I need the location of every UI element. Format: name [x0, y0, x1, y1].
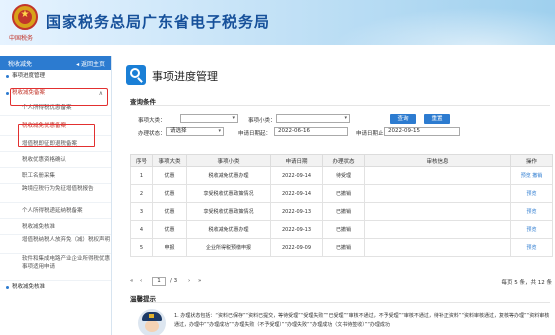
page-info: 每页 5 条，共 12 条 [501, 280, 553, 286]
highlight-box [10, 88, 108, 106]
apply-start-label: 申请日期起： [238, 131, 272, 137]
cell-status: 待受理 [322, 166, 365, 185]
cell-actions[interactable]: 预览 撤销 [510, 166, 553, 185]
col-header: 审核信息 [364, 154, 511, 167]
cell-subcategory: 企业所得税预缴申报 [186, 238, 271, 257]
col-header: 申请日期 [270, 154, 323, 167]
sidebar-item-iit-deferral[interactable]: 个人所得税递延纳税备案 [0, 203, 111, 219]
cell-audit [364, 220, 511, 239]
cell-status: 已撤销 [322, 202, 365, 221]
site-title: 国家税务总局广东省电子税务局 [46, 13, 271, 31]
sidebar-item-vat-waiver[interactable]: 增值税纳税人放弃免（减）税权声明 [0, 235, 111, 254]
sidebar-item-progress[interactable]: 事项进度管理 [0, 70, 111, 83]
cell-subcategory: 税收减免优惠办理 [186, 166, 271, 185]
cell-category: 申报 [152, 238, 187, 257]
sidebar-item-software-ic[interactable]: 软件和集成电路产业企业所得税优惠事项适用申请 [0, 254, 111, 281]
back-home-link[interactable]: ◂ 返回主页 [76, 59, 105, 68]
cell-no: 2 [130, 184, 153, 203]
query-button[interactable]: 查询 [390, 114, 416, 124]
highlight-box [18, 124, 95, 147]
cell-status: 已撤销 [322, 220, 365, 239]
reset-button[interactable]: 重置 [424, 114, 450, 124]
search-icon [126, 65, 146, 85]
cell-subcategory: 享受税收优惠政策情况 [186, 184, 271, 203]
officer-avatar [138, 309, 166, 335]
col-header: 操作 [510, 154, 553, 167]
cell-category: 优惠 [152, 184, 187, 203]
seal-text: 中国税务 [9, 35, 34, 42]
site-header: ★ 中国税务 国家税务总局广东省电子税务局 [0, 0, 555, 45]
col-header: 办理状态 [322, 154, 365, 167]
tax-emblem-icon: ★ [12, 4, 38, 30]
main-content: 事项进度管理 查询条件 事项大类： ▾ 事项小类： ▾ 查询 重置 办理状态： … [118, 56, 555, 335]
prev-page-icon[interactable]: ‹ [140, 278, 142, 284]
cell-actions[interactable]: 预览 [510, 184, 553, 203]
cell-audit [364, 166, 511, 185]
cell-category: 优惠 [152, 202, 187, 221]
cell-no: 3 [130, 202, 153, 221]
item-category-select[interactable]: ▾ [180, 114, 238, 123]
table-row: 4 优惠 税收减免优惠办理 2022-09-13 已撤销 预览 [130, 220, 553, 239]
sidebar-item-exemption-approval-group[interactable]: 税收减免核准 [0, 281, 111, 294]
chevron-down-icon: ▾ [218, 128, 221, 134]
cell-audit [364, 202, 511, 221]
apply-start-input[interactable]: 2022-06-16 [274, 127, 348, 136]
chevron-down-icon: ▾ [344, 115, 347, 121]
table-header-row: 序号 事项大类 事项小类 申请日期 办理状态 审核信息 操作 [130, 154, 553, 167]
divider [130, 302, 550, 303]
apply-end-input[interactable]: 2022-09-15 [384, 127, 460, 136]
page-number-input[interactable]: 1 [152, 277, 166, 286]
divider [130, 105, 550, 106]
cell-no: 5 [130, 238, 153, 257]
next-page-icon[interactable]: › [188, 278, 190, 284]
sidebar-header: 税收减免 ◂ 返回主页 [0, 56, 111, 70]
col-header: 序号 [130, 154, 153, 167]
status-label: 办理状态： [138, 131, 166, 137]
cell-actions[interactable]: 预览 [510, 238, 553, 257]
cell-audit [364, 184, 511, 203]
cell-category: 优惠 [152, 166, 187, 185]
cell-actions[interactable]: 预览 [510, 202, 553, 221]
cell-category: 优惠 [152, 220, 187, 239]
chevron-down-icon: ▾ [232, 115, 235, 121]
col-header: 事项大类 [152, 154, 187, 167]
progress-table: 序号 事项大类 事项小类 申请日期 办理状态 审核信息 操作 1 优惠 税收减免… [130, 154, 553, 257]
first-page-icon[interactable]: « [130, 278, 133, 284]
table-row: 1 优惠 税收减免优惠办理 2022-09-14 待受理 预览 撤销 [130, 166, 553, 185]
cell-date: 2022-09-14 [270, 184, 323, 203]
tip-text: 1. 办理状态包括：“资料已保存”“资料已提交，等待受理”“受理失败”“已受理”… [174, 313, 550, 328]
sidebar-item-cross-border[interactable]: 跨境应税行为免征增值税报告 [0, 184, 111, 203]
last-page-icon[interactable]: » [198, 278, 201, 284]
cell-no: 1 [130, 166, 153, 185]
item-subcategory-select[interactable]: ▾ [276, 114, 350, 123]
header-decoration [305, 0, 555, 45]
cell-no: 4 [130, 220, 153, 239]
page-total: / 3 [170, 278, 178, 284]
sidebar-item-exemption-approval[interactable]: 税收减免核准 [0, 219, 111, 235]
status-select[interactable]: 请选择 ▾ [166, 127, 224, 136]
sidebar-section-title: 税收减免 [8, 61, 33, 68]
cell-date: 2022-09-13 [270, 202, 323, 221]
cell-audit [364, 238, 511, 257]
cell-date: 2022-09-13 [270, 220, 323, 239]
sidebar-item-staff-roster[interactable]: 职工名册采集 [0, 168, 111, 184]
cell-subcategory: 享受税收优惠政策情况 [186, 202, 271, 221]
cell-actions[interactable]: 预览 [510, 220, 553, 239]
col-header: 事项小类 [186, 154, 271, 167]
sidebar-item-qualification[interactable]: 税收优惠资格确认 [0, 152, 111, 168]
table-row: 2 优惠 享受税收优惠政策情况 2022-09-14 已撤销 预览 [130, 184, 553, 203]
cell-status: 已撤销 [322, 238, 365, 257]
table-row: 3 优惠 享受税收优惠政策情况 2022-09-13 已撤销 预览 [130, 202, 553, 221]
item-subcategory-label: 事项小类： [248, 118, 276, 124]
item-category-label: 事项大类： [138, 118, 166, 124]
page-title: 事项进度管理 [152, 70, 218, 83]
pagination: « ‹ 1 / 3 › » 每页 5 条，共 12 条 [130, 277, 552, 287]
cell-status: 已撤销 [322, 184, 365, 203]
cell-subcategory: 税收减免优惠办理 [186, 220, 271, 239]
cell-date: 2022-09-09 [270, 238, 323, 257]
table-row: 5 申报 企业所得税预缴申报 2022-09-09 已撤销 预览 [130, 238, 553, 257]
cell-date: 2022-09-14 [270, 166, 323, 185]
